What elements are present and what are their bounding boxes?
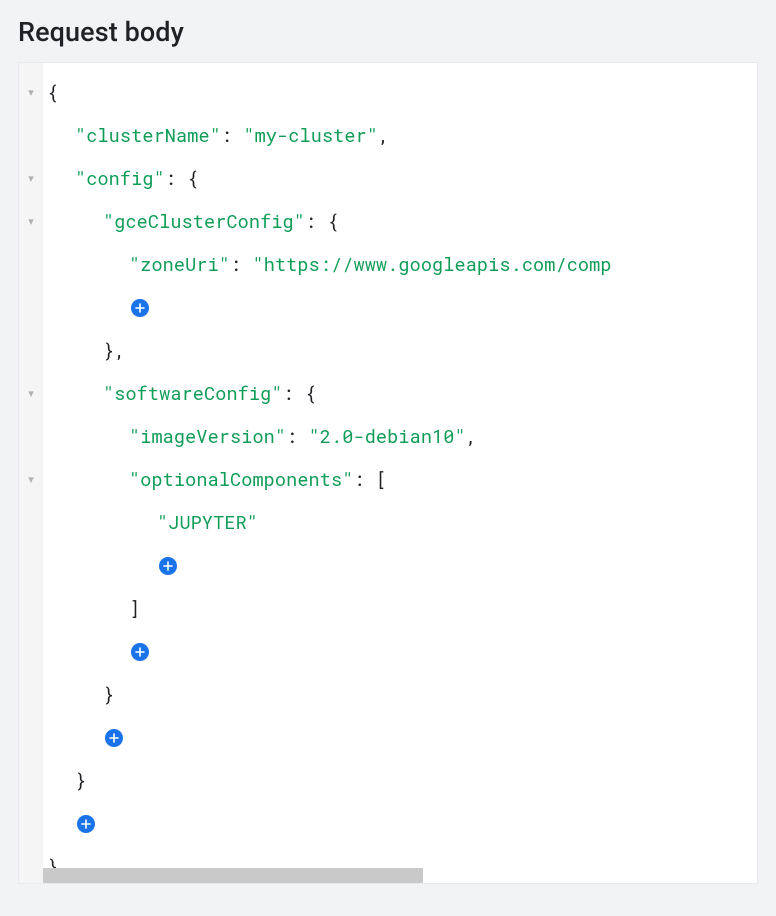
fold-toggle[interactable]: ▾ [19, 71, 43, 114]
add-property-button[interactable] [105, 729, 123, 747]
code-line: }, [47, 329, 757, 372]
code-line: { [47, 71, 757, 114]
code-line: } [47, 673, 757, 716]
code-line: "JUPYTER" [47, 501, 757, 544]
add-property-row [47, 716, 757, 759]
add-property-row [47, 630, 757, 673]
code-line: "softwareConfig": { [47, 372, 757, 415]
fold-toggle[interactable]: ▾ [19, 200, 43, 243]
fold-toggle[interactable]: ▾ [19, 458, 43, 501]
add-array-item-button[interactable] [159, 557, 177, 575]
add-property-button[interactable] [131, 643, 149, 661]
fold-gutter: ▾ ▾ ▾ ▾ ▾ [19, 63, 43, 883]
json-editor: ▾ ▾ ▾ ▾ ▾ { "clusterName": "my-cluster",… [18, 62, 758, 884]
fold-toggle[interactable]: ▾ [19, 157, 43, 200]
code-line: "clusterName": "my-cluster", [47, 114, 757, 157]
page-title: Request body [18, 16, 758, 48]
add-property-row [47, 802, 757, 845]
code-line: } [47, 759, 757, 802]
horizontal-scrollbar[interactable] [43, 868, 757, 883]
code-line: "gceClusterConfig": { [47, 200, 757, 243]
add-property-row [47, 286, 757, 329]
code-line: "optionalComponents": [ [47, 458, 757, 501]
add-property-button[interactable] [77, 815, 95, 833]
code-line: "imageVersion": "2.0-debian10", [47, 415, 757, 458]
fold-toggle[interactable]: ▾ [19, 372, 43, 415]
scrollbar-thumb[interactable] [43, 868, 423, 883]
code-line: ] [47, 587, 757, 630]
code-line: "config": { [47, 157, 757, 200]
code-line: "zoneUri": "https://www.googleapis.com/c… [47, 243, 757, 286]
add-property-button[interactable] [131, 299, 149, 317]
add-item-row [47, 544, 757, 587]
code-area[interactable]: { "clusterName": "my-cluster", "config":… [43, 63, 757, 883]
